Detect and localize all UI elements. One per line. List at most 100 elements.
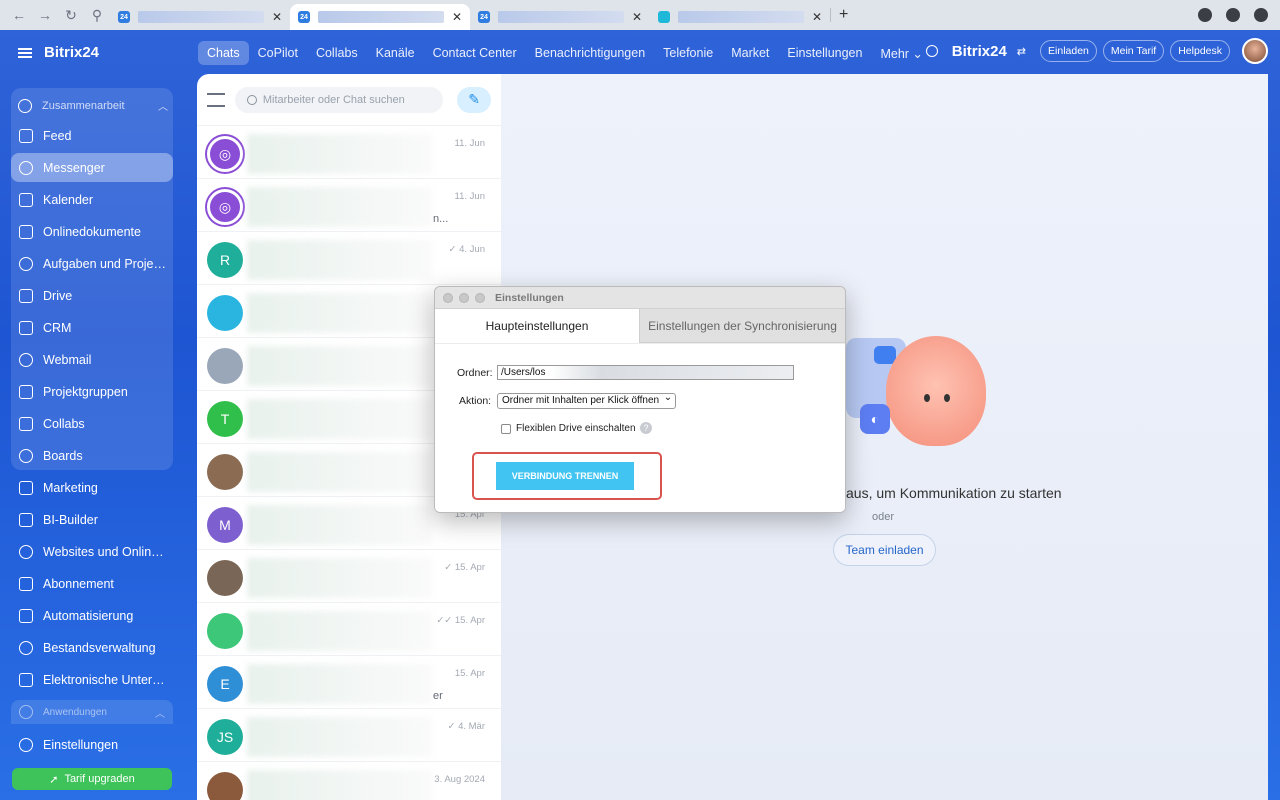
sidebar-item-tasks[interactable]: Aufgaben und Projek...: [11, 249, 173, 278]
sidebar-item-automation[interactable]: Automatisierung: [11, 601, 173, 630]
list-item[interactable]: JS ✓ 4. Mär: [197, 709, 501, 762]
list-item[interactable]: ◎ 11. Jun: [197, 126, 501, 179]
invite-button[interactable]: Einladen: [1040, 40, 1097, 62]
chevron-up-icon[interactable]: ︿: [155, 705, 165, 720]
chat-snippet: er: [433, 690, 443, 702]
sidebar-item-collabs[interactable]: Collabs: [11, 409, 173, 438]
avatar: [207, 454, 243, 490]
apps-label: Anwendungen: [43, 706, 107, 718]
list-item[interactable]: R ✓ 4. Jun: [197, 232, 501, 285]
forward-icon[interactable]: →: [38, 7, 52, 23]
avatar: R: [207, 242, 243, 278]
zoom-window-button[interactable]: [475, 292, 485, 303]
sidebar-item-signature[interactable]: Elektronische Untersc...: [11, 665, 173, 694]
browser-tab-3[interactable]: 24 ✕: [470, 4, 650, 30]
history-icon[interactable]: [1226, 8, 1240, 22]
folder-path-field[interactable]: /Users/los: [497, 365, 794, 380]
tab-contact-center[interactable]: Contact Center: [424, 41, 526, 65]
tab-einstellungen[interactable]: Einstellungen: [778, 41, 871, 65]
sidebar-group-header[interactable]: Zusammenarbeit ︿: [18, 98, 168, 113]
tab-collabs[interactable]: Collabs: [307, 41, 367, 65]
sidebar-item-boards[interactable]: Boards: [11, 441, 173, 470]
tab-telefonie[interactable]: Telefonie: [654, 41, 722, 65]
minimize-window-button[interactable]: [459, 292, 469, 303]
sidebar-item-inventory[interactable]: Bestandsverwaltung: [11, 633, 173, 662]
dialog-body: Ordner: /Users/los Aktion: Ordner mit In…: [435, 344, 845, 512]
action-select[interactable]: Ordner mit Inhalten per Klick öffnen: [497, 391, 677, 409]
settings-label: Einstellungen: [43, 737, 119, 752]
browser-actions: [1198, 8, 1268, 22]
help-icon[interactable]: ?: [640, 422, 652, 434]
browser-tab-2[interactable]: 24 ✕: [290, 4, 470, 30]
chevron-up-icon[interactable]: ︿: [158, 98, 168, 113]
tab-copilot[interactable]: CoPilot: [249, 41, 307, 65]
avatar: T: [207, 401, 243, 437]
close-icon[interactable]: ✕: [272, 10, 282, 24]
sidebar-item-messenger[interactable]: Messenger: [11, 153, 173, 182]
sidebar-item-label: Websites und Onlines...: [43, 544, 167, 559]
list-item[interactable]: ◎ 11. Jun n...: [197, 179, 501, 232]
flexible-drive-checkbox[interactable]: [501, 424, 511, 434]
apps-icon: [19, 705, 33, 719]
sidebar-item-cart[interactable]: Websites und Onlines...: [11, 537, 173, 566]
search-input[interactable]: Mitarbeiter oder Chat suchen: [234, 86, 444, 113]
chat-preview-blurred: [247, 452, 432, 492]
sidebar-item-label: Bestandsverwaltung: [43, 640, 156, 655]
close-icon[interactable]: ✕: [632, 10, 642, 24]
close-icon[interactable]: ✕: [452, 10, 462, 24]
chat-preview-blurred: [247, 717, 432, 757]
tab-main-settings[interactable]: Haupteinstellungen: [435, 309, 639, 343]
sidebar-apps-header[interactable]: Anwendungen ︿: [11, 700, 173, 724]
cloud-icon[interactable]: [1254, 8, 1268, 22]
close-window-button[interactable]: [443, 292, 453, 303]
compose-button[interactable]: ✎: [457, 86, 492, 113]
browser-tab-1[interactable]: 24 ✕: [110, 4, 290, 30]
download-icon[interactable]: [1198, 8, 1212, 22]
sidebar-item-bi[interactable]: BI-Builder: [11, 505, 173, 534]
disconnect-button[interactable]: VERBINDUNG TRENNEN: [496, 462, 634, 490]
tab-chats[interactable]: Chats: [198, 41, 249, 65]
back-icon[interactable]: ←: [12, 7, 26, 23]
sidebar-item-settings[interactable]: Einstellungen: [11, 730, 118, 759]
sidebar-item-crm[interactable]: CRM: [11, 313, 173, 342]
helpdesk-button[interactable]: Helpdesk: [1170, 40, 1230, 62]
list-item[interactable]: ✓ 15. Apr: [197, 550, 501, 603]
new-tab-icon[interactable]: +: [839, 6, 848, 24]
filter-icon[interactable]: [207, 92, 225, 107]
tab-market[interactable]: Market: [722, 41, 778, 65]
search-icon[interactable]: [925, 45, 938, 57]
sidebar-item-drive[interactable]: Drive: [11, 281, 173, 310]
avatar[interactable]: [1242, 38, 1268, 64]
list-item[interactable]: E 15. Apr er: [197, 656, 501, 709]
sidebar-item-calendar[interactable]: Kalender: [11, 185, 173, 214]
sidebar-item-documents[interactable]: Onlinedokumente: [11, 217, 173, 246]
tab-sync-settings[interactable]: Einstellungen der Synchronisierung: [639, 309, 845, 343]
close-icon[interactable]: ✕: [812, 10, 822, 24]
sidebar-item-label: Drive: [43, 288, 73, 303]
sidebar-item-label: Feed: [43, 128, 72, 143]
menu-icon[interactable]: [18, 47, 32, 58]
sync-icon[interactable]: ⇄: [1017, 45, 1026, 58]
sidebar-item-marketing[interactable]: Marketing: [11, 473, 173, 502]
sidebar-item-mail[interactable]: Webmail: [11, 345, 173, 374]
link-icon[interactable]: ⚲: [90, 7, 104, 24]
sidebar-item-feed[interactable]: Feed: [11, 121, 173, 150]
sidebar-item-groups[interactable]: Projektgruppen: [11, 377, 173, 406]
upgrade-button[interactable]: ➚ Tarif upgraden: [12, 768, 172, 790]
settings-dialog: Einstellungen Haupteinstellungen Einstel…: [434, 286, 846, 513]
brand-label[interactable]: Bitrix24: [44, 44, 99, 61]
chat-snippet: n...: [433, 213, 449, 225]
plan-button[interactable]: Mein Tarif: [1102, 40, 1165, 62]
reload-icon[interactable]: ↻: [64, 7, 78, 24]
list-item[interactable]: 3. Aug 2024: [197, 762, 501, 800]
tab-benachrichtigungen[interactable]: Benachrichtigungen: [526, 41, 655, 65]
chat-preview-blurred: [247, 134, 432, 174]
tab-mehr[interactable]: Mehr ⌄: [871, 41, 931, 65]
tab-kanäle[interactable]: Kanäle: [367, 41, 424, 65]
header-brand[interactable]: Bitrix24: [952, 43, 1007, 60]
list-item[interactable]: ✓✓ 15. Apr: [197, 603, 501, 656]
team-invite-button[interactable]: Team einladen: [833, 534, 936, 566]
browser-tab-4[interactable]: ✕: [650, 4, 830, 30]
sidebar-item-subscription[interactable]: Abonnement: [11, 569, 173, 598]
messenger-icon: [19, 160, 33, 175]
